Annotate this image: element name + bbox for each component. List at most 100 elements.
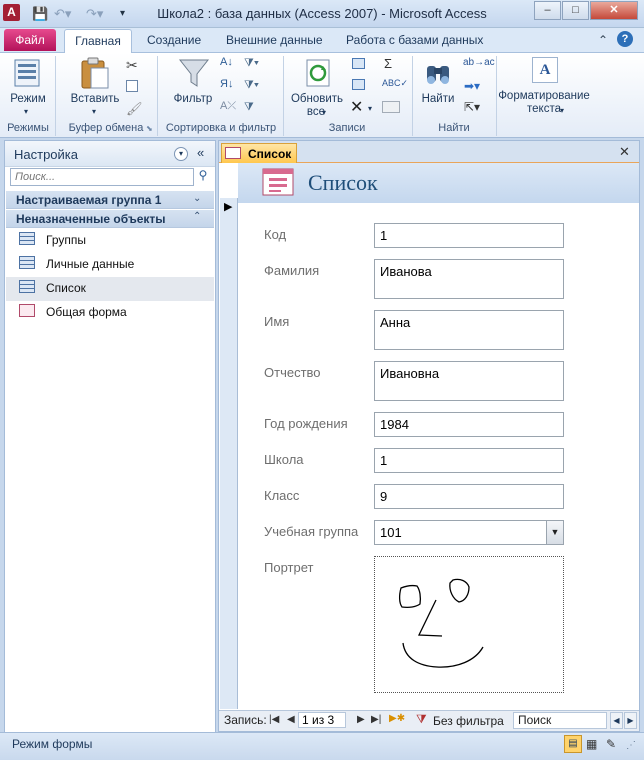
delete-record-icon[interactable]: ✕ bbox=[350, 97, 363, 117]
form-header-icon bbox=[262, 168, 294, 196]
format-painter-icon[interactable]: 🖌 bbox=[126, 101, 143, 117]
sort-descending-icon[interactable]: Я↓ bbox=[220, 78, 233, 90]
group-label-clipboard: Буфер обмена bbox=[68, 122, 144, 134]
refresh-button[interactable]: Обновить bbox=[286, 93, 348, 105]
text-formatting-dropdown-icon[interactable]: ▾ bbox=[560, 106, 564, 115]
tab-file[interactable]: Файл bbox=[4, 29, 56, 51]
paste-button[interactable]: Вставить bbox=[66, 93, 124, 105]
collapse-group-icon[interactable]: ⌃ bbox=[193, 211, 201, 222]
field-school-input[interactable]: 1 bbox=[374, 448, 564, 473]
filter-status-label[interactable]: Без фильтра bbox=[433, 714, 504, 728]
totals-icon[interactable]: Σ bbox=[384, 56, 392, 71]
sort-ascending-icon[interactable]: A↓ bbox=[220, 56, 233, 68]
table-icon bbox=[19, 280, 35, 293]
more-records-icon[interactable] bbox=[382, 101, 400, 113]
nav-item-groups[interactable]: Группы bbox=[6, 229, 214, 253]
field-id-input[interactable]: 1 bbox=[374, 223, 564, 248]
minimize-button[interactable]: – bbox=[534, 1, 561, 20]
record-selector[interactable] bbox=[220, 198, 238, 709]
toggle-filter-icon[interactable]: ⧩ bbox=[244, 101, 254, 114]
dialog-launcher-icon[interactable]: ⬊ bbox=[146, 124, 153, 133]
find-button[interactable]: Найти bbox=[418, 93, 458, 105]
nav-item-list[interactable]: Список bbox=[6, 277, 214, 301]
advanced-filter-icon[interactable]: ⧩▾ bbox=[244, 79, 259, 92]
scroll-left-icon[interactable]: ◀ bbox=[610, 712, 623, 729]
portrait-image[interactable] bbox=[374, 556, 564, 693]
nav-group-custom[interactable]: Настраиваемая группа 1 bbox=[6, 191, 214, 209]
field-label-birth-year: Год рождения bbox=[264, 416, 348, 431]
nav-menu-dropdown-icon[interactable]: ▾ bbox=[174, 147, 188, 161]
no-filter-icon[interactable]: ⧩ bbox=[416, 712, 427, 727]
tab-database-tools[interactable]: Работа с базами данных bbox=[346, 33, 483, 47]
previous-record-icon[interactable]: ◀ bbox=[287, 714, 295, 725]
field-patronymic-input[interactable]: Ивановна bbox=[374, 361, 564, 401]
search-icon[interactable]: ⚲ bbox=[195, 168, 211, 186]
copy-icon[interactable] bbox=[126, 80, 138, 92]
nav-pane-title[interactable]: Настройка bbox=[14, 147, 78, 162]
status-bar bbox=[0, 732, 644, 760]
new-empty-record-icon[interactable]: ▶✱ bbox=[389, 713, 405, 724]
resize-grip-icon[interactable]: ⋰ bbox=[626, 740, 636, 751]
record-position-input[interactable]: 1 из 3 bbox=[298, 712, 346, 728]
nav-search-input[interactable] bbox=[10, 168, 194, 186]
nav-item-personal-data[interactable]: Личные данные bbox=[6, 253, 214, 277]
nav-item-general-form[interactable]: Общая форма bbox=[6, 301, 214, 325]
table-icon bbox=[19, 256, 35, 269]
paste-dropdown-icon[interactable]: ▾ bbox=[92, 107, 96, 116]
expand-group-icon[interactable]: ⌄ bbox=[193, 193, 201, 204]
chevron-down-icon[interactable]: ▼ bbox=[546, 521, 563, 544]
form-title: Список bbox=[308, 170, 378, 195]
record-search-input[interactable]: Поиск bbox=[513, 712, 607, 729]
text-formatting-icon: A bbox=[532, 57, 558, 83]
field-label-class: Класс bbox=[264, 488, 300, 503]
collapse-pane-icon[interactable]: « bbox=[197, 145, 204, 160]
spelling-icon[interactable]: ABC✓ bbox=[382, 78, 408, 89]
group-label-views: Режимы bbox=[7, 122, 49, 134]
view-button[interactable]: Режим bbox=[6, 93, 50, 105]
text-formatting-button[interactable]: Форматирование bbox=[496, 90, 592, 102]
selection-filter-icon[interactable]: ⧩▾ bbox=[244, 57, 259, 70]
field-birth-year-input[interactable]: 1984 bbox=[374, 412, 564, 437]
layout-view-icon[interactable]: ▦ bbox=[586, 737, 597, 751]
go-to-icon[interactable]: ➡▾ bbox=[464, 79, 480, 93]
ribbon-divider bbox=[55, 56, 56, 136]
current-record-arrow-icon: ▶ bbox=[224, 201, 233, 213]
refresh-sub-label: все bbox=[306, 106, 326, 118]
nav-group-label: Настраиваемая группа 1 bbox=[16, 193, 162, 207]
new-record-icon[interactable] bbox=[352, 58, 365, 69]
tab-create[interactable]: Создание bbox=[147, 33, 201, 47]
close-document-icon[interactable]: ✕ bbox=[619, 144, 630, 160]
field-study-group-select[interactable]: 101 bbox=[374, 520, 564, 545]
last-record-icon[interactable]: ▶| bbox=[371, 714, 381, 725]
save-record-icon[interactable] bbox=[352, 79, 365, 90]
field-class-input[interactable]: 9 bbox=[374, 484, 564, 509]
field-label-study-group: Учебная группа bbox=[264, 524, 359, 539]
tab-external-data[interactable]: Внешние данные bbox=[226, 33, 323, 47]
select-icon[interactable]: ⇱▾ bbox=[464, 100, 480, 114]
filter-button[interactable]: Фильтр bbox=[170, 93, 216, 105]
close-button[interactable]: ✕ bbox=[590, 1, 638, 20]
nav-group-unassigned[interactable]: Неназначенные объекты bbox=[6, 210, 214, 228]
nav-item-label: Группы bbox=[46, 233, 86, 247]
replace-icon[interactable]: ab→ac bbox=[463, 57, 495, 68]
clear-sort-icon[interactable]: A⤫ bbox=[220, 100, 236, 113]
form-icon bbox=[19, 304, 35, 317]
tab-home[interactable]: Главная bbox=[64, 29, 132, 53]
field-label-surname: Фамилия bbox=[264, 263, 320, 278]
form-view-icon[interactable]: ▤ bbox=[564, 735, 582, 753]
delete-dropdown-icon[interactable]: ▾ bbox=[368, 104, 372, 113]
view-dropdown-icon[interactable]: ▾ bbox=[24, 107, 28, 116]
scroll-right-icon[interactable]: ▶ bbox=[624, 712, 637, 729]
field-name-input[interactable]: Анна bbox=[374, 310, 564, 350]
field-label-portrait: Портрет bbox=[264, 560, 314, 575]
help-icon[interactable]: ? bbox=[617, 31, 633, 47]
next-record-icon[interactable]: ▶ bbox=[357, 714, 365, 725]
first-record-icon[interactable]: |◀ bbox=[269, 714, 279, 725]
refresh-dropdown-icon[interactable]: ▾ bbox=[322, 108, 326, 117]
maximize-button[interactable]: □ bbox=[562, 1, 589, 20]
help-chevron-icon[interactable]: ⌃ bbox=[598, 33, 608, 47]
design-view-icon[interactable]: ✎ bbox=[606, 737, 616, 751]
field-label-name: Имя bbox=[264, 314, 290, 329]
field-surname-input[interactable]: Иванова bbox=[374, 259, 564, 299]
cut-icon[interactable]: ✂ bbox=[126, 57, 138, 74]
